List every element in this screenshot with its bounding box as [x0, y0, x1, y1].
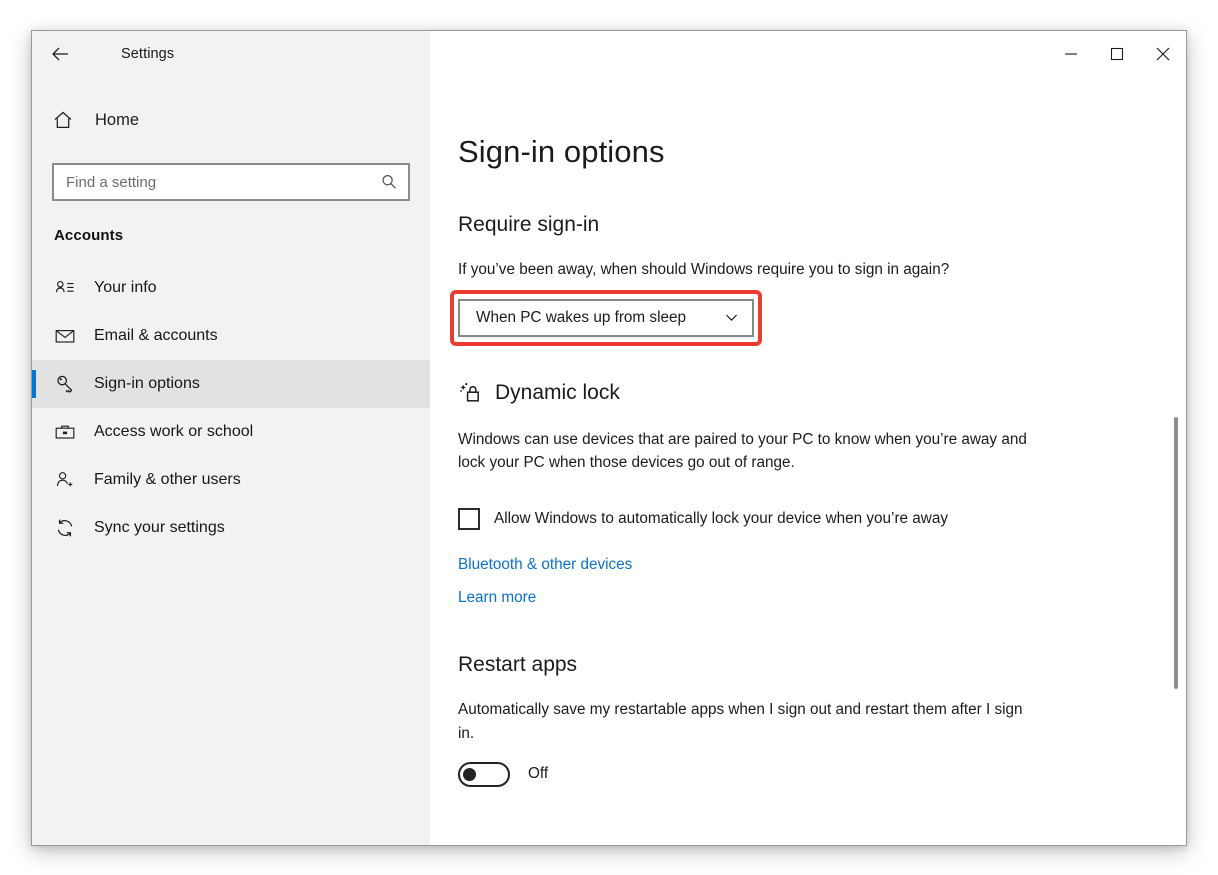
sidebar-group-title: Accounts [54, 227, 124, 244]
close-button[interactable] [1140, 31, 1186, 77]
restart-apps-heading: Restart apps [458, 653, 578, 677]
envelope-icon [54, 325, 82, 347]
dynamic-lock-checkbox-row[interactable]: Allow Windows to automatically lock your… [458, 508, 1186, 531]
dynamic-lock-checkbox-label: Allow Windows to automatically lock your… [494, 510, 949, 528]
require-signin-dropdown-wrap: When PC wakes up from sleep [450, 289, 762, 346]
sidebar-item-sign-in-options[interactable]: Sign-in options [32, 360, 430, 408]
restart-apps-toggle-state: Off [528, 765, 549, 783]
sidebar-item-label: Family & other users [94, 471, 241, 488]
user-add-icon [54, 469, 82, 491]
title-bar-right [430, 31, 1186, 77]
settings-window: Settings Home Find a setting Accounts Yo… [31, 30, 1187, 846]
content-pane: Sign-in options Require sign-in If you’v… [430, 77, 1186, 845]
search-icon[interactable] [376, 165, 402, 199]
search-box[interactable] [52, 163, 410, 201]
minimize-icon [1065, 53, 1077, 55]
window-body: Home Accounts [32, 77, 1186, 845]
sidebar-item-family-other-users[interactable]: Family & other users [32, 456, 430, 504]
briefcase-icon [54, 421, 82, 443]
sidebar-item-your-info[interactable]: Your info [32, 264, 430, 312]
dynamic-lock-heading-row: Dynamic lock [458, 380, 1186, 407]
require-signin-heading: Require sign-in [458, 213, 600, 236]
user-card-icon [54, 277, 82, 299]
sidebar-item-label: Your info [94, 279, 157, 296]
back-button[interactable] [37, 34, 83, 74]
maximize-icon [1110, 47, 1124, 61]
page-title: Sign-in options [458, 134, 665, 169]
back-arrow-icon [52, 47, 68, 61]
scrollbar-thumb[interactable] [1174, 417, 1178, 689]
title-bar-left: Settings [32, 31, 430, 77]
padlock-sparkle-icon [460, 382, 479, 402]
sidebar-item-label: Sign-in options [94, 375, 200, 392]
dynamic-lock-description: Windows can use devices that are paired … [458, 430, 1027, 472]
require-signin-dropdown-value: When PC wakes up from sleep [476, 308, 686, 326]
bluetooth-other-devices-link[interactable]: Bluetooth & other devices [458, 556, 632, 574]
title-bar: Settings [32, 31, 1186, 77]
dynamic-lock-checkbox[interactable] [458, 508, 480, 531]
content-scrollbar[interactable] [1171, 77, 1181, 845]
sidebar-home-label: Home [95, 110, 140, 129]
window-title: Settings [121, 46, 175, 62]
key-icon [54, 373, 82, 395]
sidebar-item-label: Email & accounts [94, 327, 218, 344]
toggle-knob [463, 767, 476, 781]
learn-more-link[interactable]: Learn more [458, 589, 536, 607]
restart-apps-description: Automatically save my restartable apps w… [458, 701, 1023, 742]
close-icon [1156, 47, 1170, 61]
sidebar-item-email-accounts[interactable]: Email & accounts [32, 312, 430, 360]
sidebar-nav-list: Your info Email & accounts Sign-in optio… [32, 264, 430, 552]
require-signin-dropdown[interactable]: When PC wakes up from sleep [458, 298, 754, 337]
maximize-button[interactable] [1094, 31, 1140, 77]
sidebar: Home Accounts [32, 77, 430, 845]
restart-apps-toggle[interactable] [458, 761, 510, 787]
sidebar-item-label: Access work or school [94, 423, 254, 440]
sidebar-item-access-work-or-school[interactable]: Access work or school [32, 408, 430, 456]
sync-icon [54, 517, 82, 539]
sidebar-item-sync-your-settings[interactable]: Sync your settings [32, 504, 430, 552]
sidebar-item-home[interactable]: Home [32, 99, 430, 141]
restart-apps-toggle-row: Off [458, 761, 1186, 787]
dynamic-lock-heading: Dynamic lock [495, 381, 620, 405]
search-input[interactable] [54, 165, 408, 199]
minimize-button[interactable] [1048, 31, 1094, 77]
sidebar-item-label: Sync your settings [94, 519, 225, 536]
require-signin-description: If you’ve been away, when should Windows… [458, 261, 950, 278]
chevron-down-icon [725, 314, 738, 322]
home-icon [52, 109, 78, 131]
